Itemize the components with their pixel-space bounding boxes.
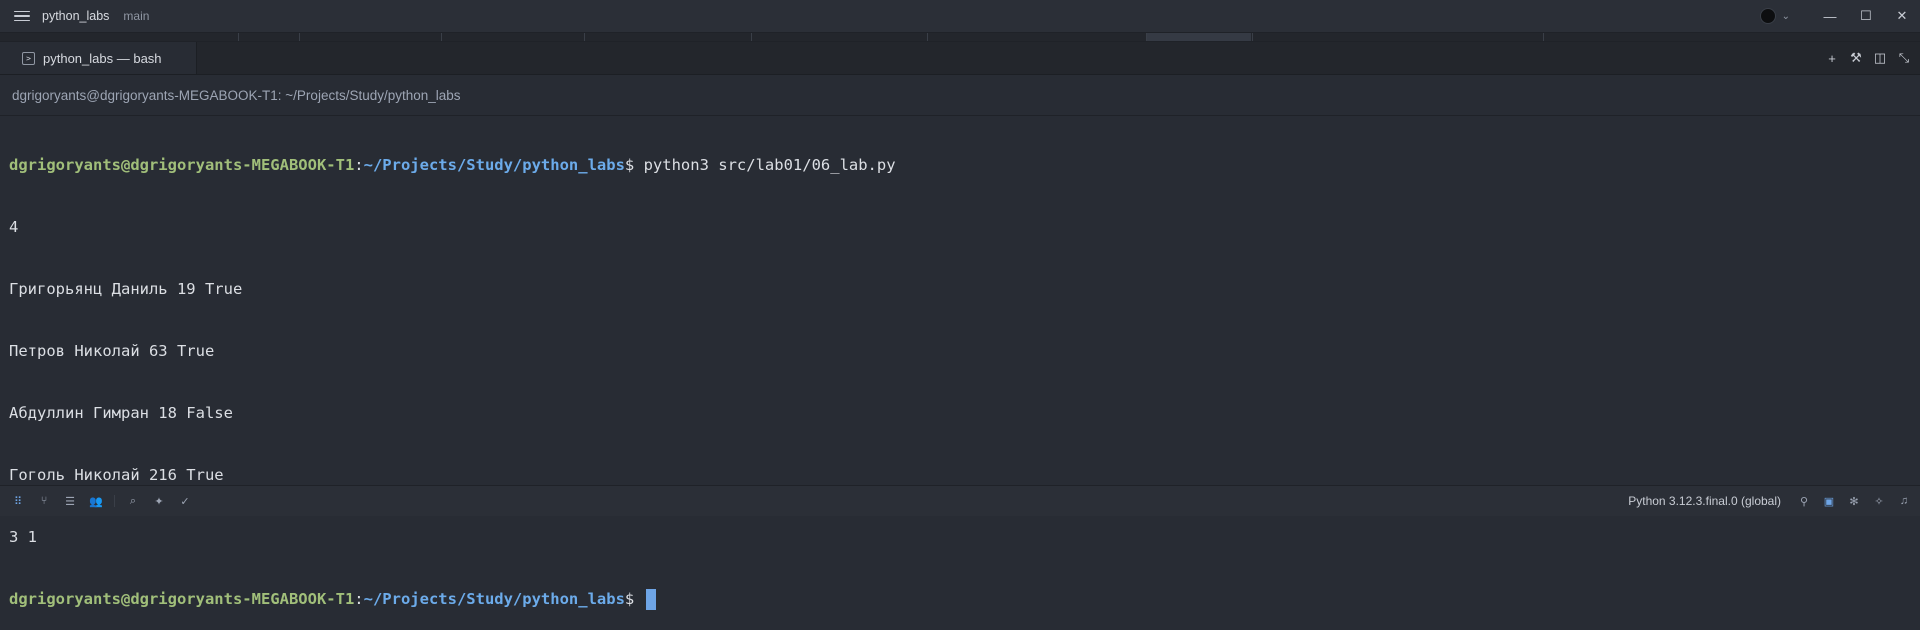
check-icon[interactable]: ✓ <box>177 495 193 508</box>
collaboration-icon[interactable]: 👥 <box>88 495 104 508</box>
prompt-path: ~/Projects/Study/python_labs <box>363 156 625 174</box>
cursor <box>645 589 656 610</box>
chevron-down-icon: ⌄ <box>1781 10 1790 22</box>
output-line: Григорьянц Даниль 19 True <box>9 280 243 298</box>
zoom-icon[interactable]: ⚲ <box>1796 495 1812 508</box>
output-line: Петров Николай 63 True <box>9 342 215 360</box>
terminal-tab-bar: > python_labs — bash + ⚒ ◫ ⤡ <box>0 42 1920 75</box>
debug-icon[interactable]: ✦ <box>151 495 167 508</box>
output-line: 4 <box>9 218 19 236</box>
terminal-tab-label: python_labs — bash <box>43 50 162 66</box>
output-line: Абдуллин Гимран 18 False <box>9 404 233 422</box>
command-line: dgrigoryants@dgrigoryants-MEGABOOK-T1:~/… <box>9 152 1909 178</box>
prompt-symbol: $ <box>624 156 635 174</box>
terminal-title: dgrigoryants@dgrigoryants-MEGABOOK-T1: ~… <box>0 75 1920 116</box>
close-icon[interactable]: ✕ <box>1884 8 1920 24</box>
prompt-path: ~/Projects/Study/python_labs <box>363 590 625 608</box>
avatar[interactable] <box>1759 8 1776 24</box>
project-name[interactable]: python_labs <box>42 9 109 23</box>
minimize-panel-icon[interactable]: ⤡ <box>1894 50 1914 66</box>
prompt-symbol: $ <box>624 590 635 608</box>
terminal-panel-icon[interactable]: ▣ <box>1821 495 1837 508</box>
git-branch-icon[interactable]: ⑂ <box>36 495 52 507</box>
status-bar: ⠿ ⑂ ☰ 👥 ⌕ ✦ ✓ Python 3.12.3.final.0 (glo… <box>0 485 1920 516</box>
terminal-icon: > <box>22 51 35 65</box>
prompt-line: dgrigoryants@dgrigoryants-MEGABOOK-T1:~/… <box>9 586 1909 612</box>
split-pane-icon[interactable]: ◫ <box>1870 50 1890 66</box>
menu-icon[interactable] <box>14 10 30 22</box>
minimize-icon[interactable]: — <box>1812 9 1848 24</box>
editor-tab-strip[interactable] <box>0 33 1920 42</box>
tools-icon[interactable]: ⚒ <box>1846 50 1866 66</box>
command-text: python3 src/lab01/06_lab.py <box>634 156 896 174</box>
project-panel-icon[interactable]: ⠿ <box>10 495 26 508</box>
output-line: 3 1 <box>9 528 37 546</box>
debugger-icon[interactable]: ✻ <box>1846 495 1862 508</box>
branch-name[interactable]: main <box>123 9 149 23</box>
prompt-user: dgrigoryants@dgrigoryants-MEGABOOK-T1 <box>9 590 355 608</box>
terminal-tab[interactable]: > python_labs — bash <box>0 42 197 74</box>
maximize-icon[interactable]: ☐ <box>1848 8 1884 24</box>
terminal-path: dgrigoryants@dgrigoryants-MEGABOOK-T1: ~… <box>12 87 461 103</box>
prompt-colon: : <box>354 590 364 608</box>
prompt-user: dgrigoryants@dgrigoryants-MEGABOOK-T1 <box>9 156 355 174</box>
prompt-colon: : <box>354 156 364 174</box>
outline-icon[interactable]: ☰ <box>62 495 78 508</box>
notification-bell-icon[interactable]: ♫ <box>1896 495 1912 507</box>
search-icon[interactable]: ⌕ <box>125 495 141 508</box>
title-bar: python_labs main ⌄ — ☐ ✕ <box>0 0 1920 33</box>
python-interpreter[interactable]: Python 3.12.3.final.0 (global) <box>1628 494 1781 508</box>
ai-assistant-icon[interactable]: ✧ <box>1871 495 1887 508</box>
divider <box>114 495 115 507</box>
terminal-output[interactable]: dgrigoryants@dgrigoryants-MEGABOOK-T1:~/… <box>9 116 1909 610</box>
new-terminal-icon[interactable]: + <box>1822 51 1842 66</box>
user-menu[interactable]: ⌄ <box>1759 8 1790 24</box>
